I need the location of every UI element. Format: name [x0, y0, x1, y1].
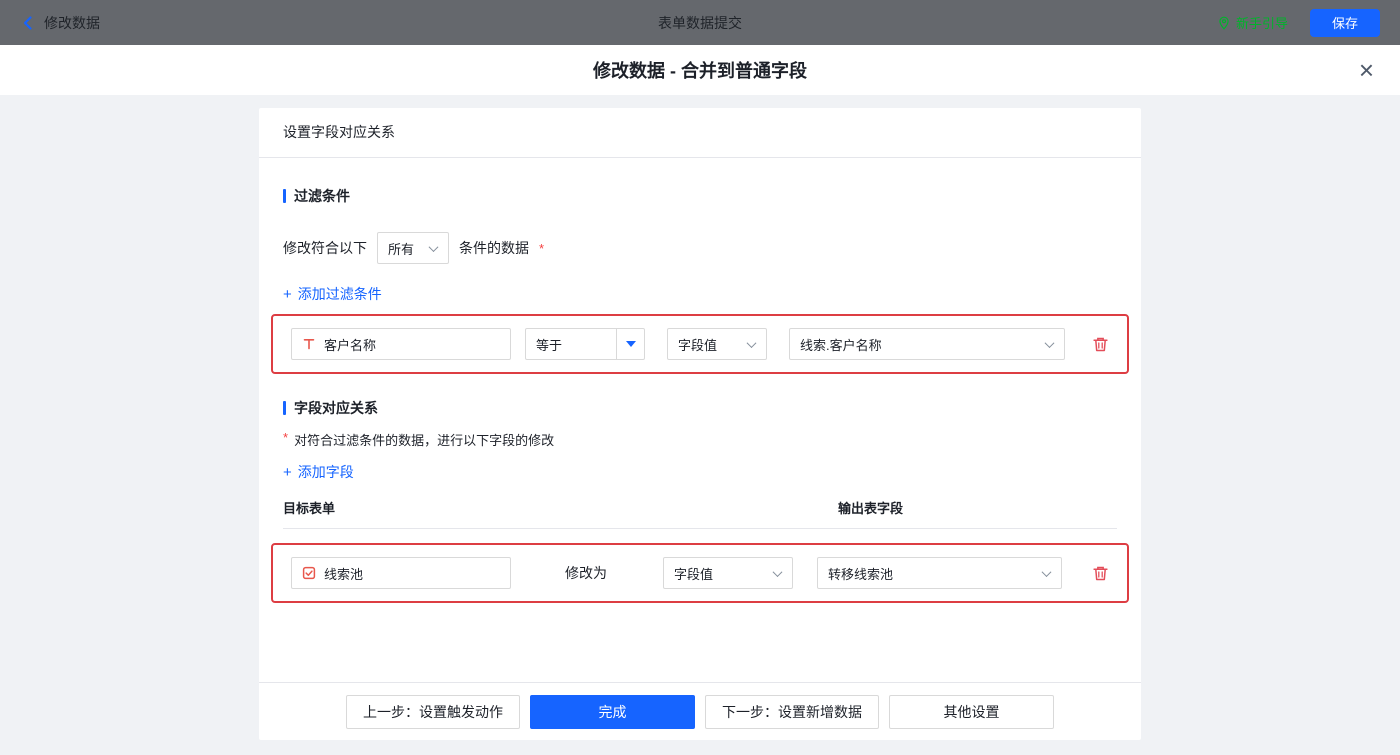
mapping-row-highlight-box: 线索池 修改为 字段值 转移线索池: [271, 543, 1129, 603]
mapping-section-label: 字段对应关系: [294, 400, 378, 416]
output-value-type-value: 字段值: [674, 566, 714, 582]
chevron-down-icon: [1044, 337, 1055, 348]
filter-section-title: 过滤条件: [283, 186, 1117, 206]
operator-dropdown-button[interactable]: [616, 329, 644, 359]
location-pin-icon: [1217, 16, 1231, 30]
add-filter-condition-link[interactable]: + 添加过滤条件: [283, 284, 382, 304]
back-button[interactable]: 修改数据: [20, 13, 100, 33]
column-divider: [283, 528, 1117, 529]
chevron-down-icon: [428, 241, 439, 252]
condition-scope-value: 所有: [388, 241, 415, 257]
operator-select[interactable]: 等于: [525, 328, 645, 360]
trash-icon: [1093, 337, 1108, 351]
output-value-type-select[interactable]: 字段值: [663, 557, 793, 589]
delete-condition-button[interactable]: [1092, 336, 1109, 353]
chevron-down-icon: [772, 566, 783, 577]
topbar: 修改数据 表单数据提交 新手引导 保存: [0, 0, 1400, 45]
other-settings-button[interactable]: 其他设置: [889, 694, 1054, 729]
output-field-column-header: 输出表字段: [838, 501, 904, 516]
page-title: 表单数据提交: [658, 14, 742, 31]
operator-value: 等于: [536, 337, 563, 353]
add-field-link[interactable]: + 添加字段: [283, 462, 354, 482]
panel-footer: 上一步：设置触发动作 完成 下一步：设置新增数据 其他设置: [259, 682, 1141, 740]
condition-scope-select[interactable]: 所有: [377, 232, 449, 264]
filter-field-input[interactable]: 客户名称: [291, 328, 511, 360]
compare-value-select[interactable]: 线索.客户名称: [789, 328, 1065, 360]
mapping-description-text: 对符合过滤条件的数据，进行以下字段的修改: [294, 433, 555, 448]
close-icon[interactable]: ×: [1359, 57, 1374, 83]
modal-body: 设置字段对应关系 过滤条件 修改符合以下 所有 条件的数据 * + 添加过滤条件: [0, 95, 1400, 755]
trash-icon: [1093, 566, 1108, 580]
filter-section-label: 过滤条件: [294, 188, 350, 204]
add-filter-condition-label: 添加过滤条件: [297, 286, 382, 302]
prev-step-button[interactable]: 上一步：设置触发动作: [346, 694, 520, 729]
beginner-guide-link[interactable]: 新手引导: [1217, 13, 1288, 32]
filter-condition-row: 修改符合以下 所有 条件的数据 *: [283, 232, 1117, 264]
section-bar-icon: [283, 189, 286, 203]
modal-header: 修改数据 - 合并到普通字段 ×: [0, 45, 1400, 95]
filter-condition-highlight-box: 客户名称 等于 字段值 线索.客户名称: [271, 314, 1129, 374]
mapping-column-headers: 目标表单 输出表字段: [283, 498, 1117, 516]
text-field-icon: [302, 337, 316, 351]
output-value: 转移线索池: [828, 566, 894, 582]
back-label: 修改数据: [44, 14, 100, 31]
modal-title: 修改数据 - 合并到普通字段: [593, 61, 807, 81]
delete-mapping-button[interactable]: [1092, 565, 1109, 582]
section-bar-icon: [283, 401, 286, 415]
add-field-label: 添加字段: [297, 464, 354, 480]
value-type-select[interactable]: 字段值: [667, 328, 767, 360]
target-form-column-header: 目标表单: [283, 501, 336, 516]
chevron-down-icon: [746, 337, 757, 348]
mapping-description: * 对符合过滤条件的数据，进行以下字段的修改: [283, 430, 1117, 448]
compare-value: 线索.客户名称: [800, 337, 882, 353]
settings-panel: 设置字段对应关系 过滤条件 修改符合以下 所有 条件的数据 * + 添加过滤条件: [259, 108, 1141, 740]
next-step-button[interactable]: 下一步：设置新增数据: [705, 694, 879, 729]
value-type-value: 字段值: [678, 337, 718, 353]
plus-icon: +: [283, 463, 292, 481]
plus-icon: +: [283, 285, 292, 303]
output-value-select[interactable]: 转移线索池: [817, 557, 1062, 589]
chevron-down-icon: [1041, 566, 1052, 577]
chevron-left-icon: [20, 15, 36, 31]
beginner-guide-label: 新手引导: [1235, 16, 1288, 31]
modify-to-label: 修改为: [565, 565, 607, 581]
checkbox-field-icon: [302, 566, 316, 580]
condition-prefix: 修改符合以下: [283, 240, 367, 256]
panel-title: 设置字段对应关系: [259, 108, 1141, 158]
target-field-value: 线索池: [324, 566, 364, 582]
save-button[interactable]: 保存: [1309, 8, 1380, 37]
mapping-section-title: 字段对应关系: [283, 398, 1117, 418]
filter-field-value: 客户名称: [324, 337, 377, 353]
required-mark: *: [283, 430, 289, 445]
caret-down-icon: [625, 341, 636, 347]
done-button[interactable]: 完成: [530, 694, 695, 729]
condition-suffix: 条件的数据: [459, 240, 529, 256]
required-mark: *: [539, 240, 545, 256]
target-field-input[interactable]: 线索池: [291, 557, 511, 589]
